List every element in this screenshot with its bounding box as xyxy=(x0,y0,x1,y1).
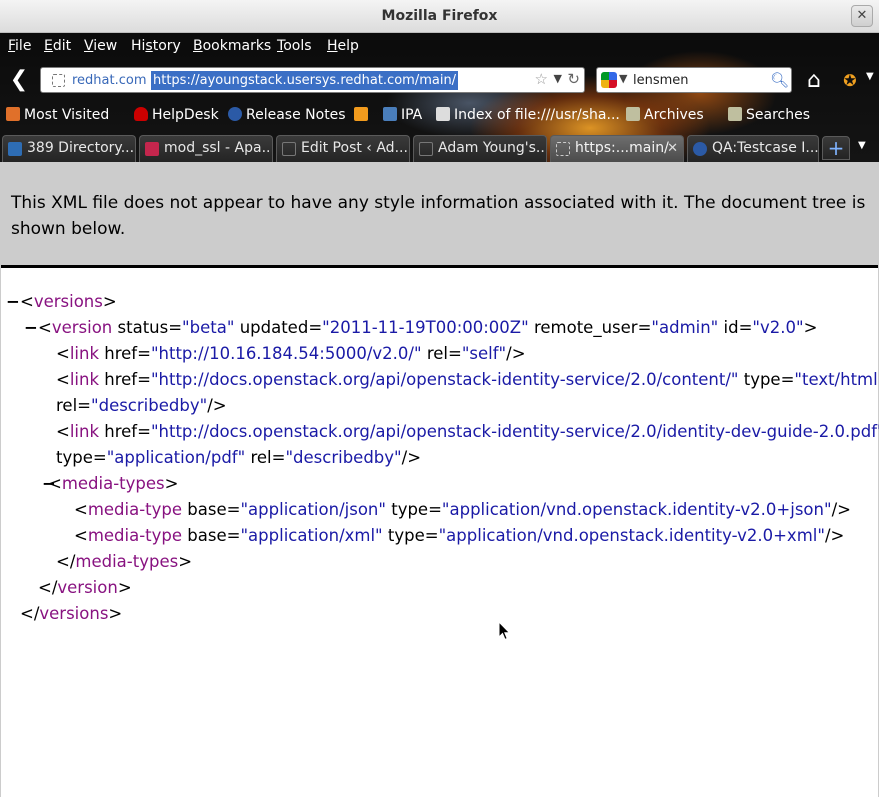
page-icon xyxy=(436,107,450,121)
search-icon[interactable]: 🔍︎ xyxy=(770,70,789,90)
xml-line-versions-open: − <versions> xyxy=(6,289,117,315)
bookmark-rss[interactable] xyxy=(354,107,372,123)
tab-current-main[interactable]: https:...main/✕ xyxy=(550,135,684,162)
window-titlebar: Mozilla Firefox ✕ xyxy=(0,0,879,33)
folder-icon xyxy=(728,107,742,121)
tab-adam-young[interactable]: Adam Young's... xyxy=(413,135,547,162)
rss-icon xyxy=(354,107,368,121)
tab-edit-post[interactable]: Edit Post ‹ Ad... xyxy=(276,135,410,162)
bookmark-star-icon[interactable]: ☆ xyxy=(535,70,548,88)
fedora-icon xyxy=(228,107,242,121)
new-tab-button[interactable]: + xyxy=(822,136,850,160)
xml-style-notice: This XML file does not appear to have an… xyxy=(1,162,878,268)
bookmark-helpdesk[interactable]: HelpDesk xyxy=(134,107,219,123)
bookmark-folder-searches[interactable]: Searches xyxy=(728,107,810,123)
menu-view[interactable]: View xyxy=(84,38,117,54)
xml-line-link-pdf: <link href="http://docs.openstack.org/ap… xyxy=(56,422,879,441)
url-input[interactable]: https://ayoungstack.usersys.redhat.com/m… xyxy=(151,71,459,90)
redhat-icon xyxy=(134,107,148,121)
fedora-icon xyxy=(693,142,707,156)
site-identity-label: redhat.com xyxy=(72,73,147,88)
back-arrow-icon[interactable]: ❮ xyxy=(6,68,32,94)
collapse-toggle[interactable]: − xyxy=(24,315,38,341)
page-icon xyxy=(556,142,570,156)
xml-line-link-pdf-attrs: type="application/pdf" rel="describedby"… xyxy=(56,448,422,467)
389-icon xyxy=(8,142,22,156)
page-icon xyxy=(419,142,433,156)
tab-list-dropdown-icon[interactable]: ▼ xyxy=(858,140,866,151)
tab-mod-ssl[interactable]: mod_ssl - Apa... xyxy=(139,135,273,162)
tab-close-icon[interactable]: ✕ xyxy=(667,136,678,161)
xml-line-media-types-open: − <media-types> xyxy=(42,471,178,497)
chevron-down-icon[interactable]: ▼ xyxy=(619,72,627,85)
toolbar-overflow-icon[interactable]: ▼ xyxy=(866,71,874,82)
tab-qa-testcase[interactable]: QA:Testcase I... xyxy=(687,135,819,162)
tab-389-directory[interactable]: 389 Directory... xyxy=(2,135,136,162)
menu-help[interactable]: Help xyxy=(327,38,359,54)
menu-tools[interactable]: Tools xyxy=(277,38,312,54)
xml-line-link-self: <link href="http://10.16.184.54:5000/v2.… xyxy=(56,344,526,363)
site-identity-button[interactable]: redhat.com xyxy=(46,71,154,90)
xml-line-media-type-xml: <media-type base="application/xml" type=… xyxy=(74,526,845,545)
bookmark-most-visited[interactable]: Most Visited xyxy=(6,107,109,123)
navigation-toolbar: ❮ redhat.com https://ayoungstack.usersys… xyxy=(0,65,879,97)
bookmark-folder-archives[interactable]: Archives xyxy=(626,107,704,123)
xml-line-link-html: <link href="http://docs.openstack.org/ap… xyxy=(56,370,879,389)
xml-line-media-types-close: </media-types> xyxy=(56,552,193,571)
xml-line-version-close: </version> xyxy=(38,578,132,597)
feather-icon xyxy=(145,142,159,156)
tab-strip: 389 Directory... mod_ssl - Apa... Edit P… xyxy=(0,133,879,162)
bookmark-index-of-file[interactable]: Index of file:///usr/sha... xyxy=(436,107,620,123)
window-title: Mozilla Firefox xyxy=(381,8,498,24)
addon-icon[interactable]: ✪ xyxy=(836,67,864,95)
url-history-dropdown-icon[interactable]: ▼ xyxy=(554,72,562,85)
menubar: File Edit View History Bookmarks Tools H… xyxy=(0,33,879,61)
xml-line-version-open: − <version status="beta" updated="2011-11… xyxy=(24,315,817,341)
url-bar[interactable]: redhat.com https://ayoungstack.usersys.r… xyxy=(40,67,585,93)
bookmarks-toolbar: Most Visited HelpDesk Release Notes IPA … xyxy=(0,105,879,127)
page-content: This XML file does not appear to have an… xyxy=(0,162,879,797)
folder-icon xyxy=(626,107,640,121)
window-close-button[interactable]: ✕ xyxy=(851,5,873,27)
home-icon[interactable]: ⌂ xyxy=(800,67,828,95)
browser-chrome: File Edit View History Bookmarks Tools H… xyxy=(0,33,879,162)
xml-line-versions-close: </versions> xyxy=(20,604,123,623)
xml-line-link-html-rel: rel="describedby"/> xyxy=(56,396,227,415)
page-icon xyxy=(52,74,65,87)
ipa-icon xyxy=(383,107,397,121)
menu-file[interactable]: File xyxy=(8,38,31,54)
menu-history[interactable]: History xyxy=(131,38,181,54)
bookmark-release-notes[interactable]: Release Notes xyxy=(228,107,346,123)
collapse-toggle[interactable]: − xyxy=(42,471,56,497)
menu-bookmarks[interactable]: Bookmarks xyxy=(193,38,271,54)
search-engine-icon[interactable] xyxy=(601,72,617,88)
reload-icon[interactable]: ↻ xyxy=(567,70,580,88)
page-icon xyxy=(282,142,296,156)
mouse-pointer-icon xyxy=(498,621,511,641)
search-input[interactable]: lensmen xyxy=(633,71,689,90)
bookmark-ipa[interactable]: IPA xyxy=(383,107,422,123)
xml-line-media-type-json: <media-type base="application/json" type… xyxy=(74,500,851,519)
most-visited-icon xyxy=(6,107,20,121)
search-bar[interactable]: ▼ lensmen 🔍︎ xyxy=(596,67,792,93)
collapse-toggle[interactable]: − xyxy=(6,289,20,315)
menu-edit[interactable]: Edit xyxy=(44,38,71,54)
